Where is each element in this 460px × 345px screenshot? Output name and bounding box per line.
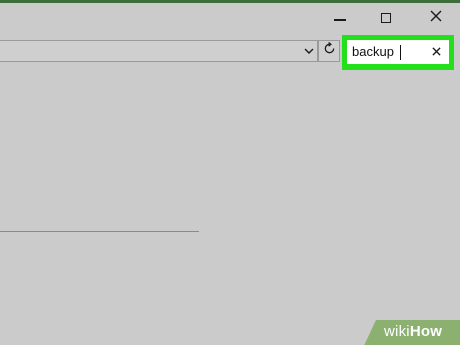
- address-bar[interactable]: [0, 40, 318, 62]
- wikihow-logo: wikiHow: [384, 323, 442, 340]
- minimize-icon: [334, 15, 346, 21]
- window-top-border: [0, 0, 460, 3]
- clear-search-button[interactable]: [426, 40, 446, 64]
- logo-wiki: wiki: [384, 323, 410, 340]
- minimize-button[interactable]: [322, 6, 358, 30]
- explorer-window: backup wikiHow: [0, 0, 460, 345]
- text-caret: [399, 44, 402, 60]
- maximize-icon: [381, 13, 391, 23]
- refresh-icon: [323, 41, 336, 60]
- close-button[interactable]: [418, 6, 454, 30]
- content-divider: [0, 231, 199, 232]
- close-icon: [430, 9, 442, 27]
- maximize-button[interactable]: [368, 6, 404, 30]
- search-input-value: backup: [352, 44, 394, 59]
- logo-how: How: [409, 323, 443, 340]
- refresh-button[interactable]: [318, 40, 340, 62]
- chevron-down-icon: [304, 42, 314, 60]
- close-icon: [431, 43, 441, 61]
- address-dropdown-button[interactable]: [300, 40, 318, 62]
